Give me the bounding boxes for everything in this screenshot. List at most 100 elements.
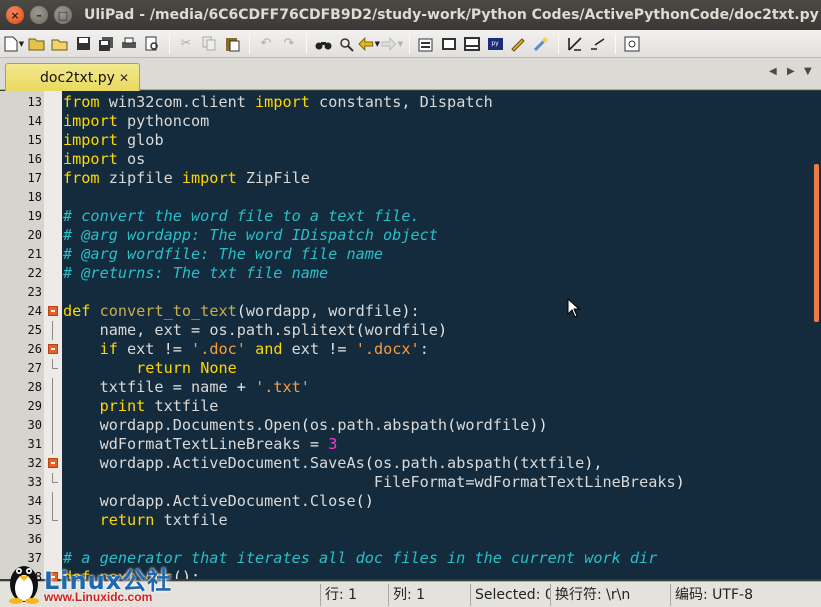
find-replace-icon[interactable]: [335, 33, 357, 55]
code-editor[interactable]: 13 14 15 16 17 18 19 20 21 22 23 24 25 26 27 28 29 30 31 32…: [0, 91, 821, 584]
code-token: (: [447, 416, 457, 434]
fold-guide: [47, 207, 59, 226]
fold-guide: [47, 245, 59, 264]
code-token: ,: [593, 454, 603, 472]
code-token: txtfile: [145, 397, 219, 415]
code-line[interactable]: wdFormatTextLineBreaks = 3: [63, 435, 338, 454]
tab-list-icon[interactable]: ▼: [804, 66, 812, 77]
code-text-area[interactable]: from win32com.client import constants, D…: [63, 91, 808, 579]
back-icon[interactable]: ▼: [358, 33, 380, 55]
fold-guide: [47, 226, 59, 245]
tab-doc2txt[interactable]: doc2txt.py ✕: [5, 63, 140, 91]
print-icon[interactable]: [118, 33, 140, 55]
fold-toggle-icon[interactable]: [47, 340, 59, 359]
code-token: import: [63, 112, 118, 130]
code-token: )): [529, 416, 548, 434]
tools-icon[interactable]: [507, 33, 529, 55]
fold-end-marker: [47, 473, 59, 492]
code-line[interactable]: from zipfile import ZipFile: [63, 169, 310, 188]
save-icon[interactable]: [72, 33, 94, 55]
redo-icon[interactable]: ↷: [278, 33, 300, 55]
code-line[interactable]: import glob: [63, 131, 164, 150]
open-file-icon[interactable]: [49, 33, 71, 55]
terminal-icon[interactable]: py: [484, 33, 506, 55]
panel-left-icon[interactable]: [438, 33, 460, 55]
code-token: from: [63, 93, 100, 111]
status-line-ending[interactable]: 换行符: \r\n: [550, 584, 670, 606]
fold-end-marker: [47, 359, 59, 378]
brush-icon[interactable]: [587, 33, 609, 55]
window-title: UliPad - /media/6C6CDFF76CDFB9D2/study-w…: [84, 7, 819, 23]
fold-guide: [47, 435, 59, 454]
code-line[interactable]: from win32com.client import constants, D…: [63, 93, 493, 112]
line-number: 35: [27, 513, 42, 527]
doc-view-icon[interactable]: [621, 33, 643, 55]
status-column: 列: 1: [388, 584, 468, 606]
line-number: 24: [27, 304, 42, 318]
code-line[interactable]: return None: [63, 359, 237, 378]
wizard-icon[interactable]: [530, 33, 552, 55]
panel-bottom-icon[interactable]: [461, 33, 483, 55]
line-number: 23: [27, 285, 42, 299]
code-line[interactable]: return txtfile: [63, 511, 228, 530]
toolbar-separator: [558, 33, 559, 54]
fold-guide: [47, 416, 59, 435]
find-icon[interactable]: [312, 33, 334, 55]
copy-icon[interactable]: [198, 33, 220, 55]
tab-close-icon[interactable]: ✕: [119, 71, 129, 85]
code-line[interactable]: def convert_to_text(wordapp, wordfile):: [63, 302, 420, 321]
print-preview-icon[interactable]: [141, 33, 163, 55]
code-line[interactable]: # @arg wordapp: The word IDispatch objec…: [63, 226, 438, 245]
line-number: 26: [27, 342, 42, 356]
code-line[interactable]: # convert the word file to a text file.: [63, 207, 420, 226]
format-icon[interactable]: [564, 33, 586, 55]
code-token: '.docx': [355, 340, 420, 358]
code-token: =: [172, 378, 182, 396]
maximize-window-button[interactable]: □: [54, 6, 72, 24]
code-line[interactable]: import pythoncom: [63, 112, 209, 131]
cut-icon[interactable]: ✂: [175, 33, 197, 55]
code-line[interactable]: # @arg wordfile: The word file name: [63, 245, 383, 264]
code-line[interactable]: print txtfile: [63, 397, 219, 416]
fold-margin[interactable]: [44, 91, 62, 582]
fold-toggle-icon[interactable]: [47, 302, 59, 321]
code-token: :: [410, 302, 420, 320]
fold-guide: [47, 188, 59, 207]
code-token: def: [63, 302, 91, 320]
code-token: and: [255, 340, 283, 358]
code-line[interactable]: FileFormat=wdFormatTextLineBreaks): [63, 473, 685, 492]
forward-icon[interactable]: ▼: [381, 33, 403, 55]
line-number: 15: [27, 133, 42, 147]
code-line[interactable]: wordapp.Documents.Open(os.path.abspath(w…: [63, 416, 548, 435]
code-token: =: [309, 435, 320, 453]
vertical-scrollbar[interactable]: [808, 91, 821, 579]
line-number: 33: [27, 475, 42, 489]
open-folder-icon[interactable]: [26, 33, 48, 55]
code-line[interactable]: # @returns: The txt file name: [63, 264, 328, 283]
code-line[interactable]: import os: [63, 150, 145, 169]
close-window-button[interactable]: ×: [6, 6, 24, 24]
minimize-window-button[interactable]: –: [30, 6, 48, 24]
code-line[interactable]: if ext != '.doc' and ext != '.docx':: [63, 340, 429, 359]
tab-prev-icon[interactable]: ◀: [769, 66, 777, 77]
code-token: =: [191, 321, 201, 339]
code-token: name, ext: [63, 321, 192, 339]
code-token: # @arg wordapp: The word IDispatch objec…: [63, 226, 438, 244]
properties-icon[interactable]: [415, 33, 437, 55]
code-line[interactable]: wordapp.ActiveDocument.SaveAs(os.path.ab…: [63, 454, 603, 473]
code-line[interactable]: wordapp.ActiveDocument.Close(): [63, 492, 374, 511]
scrollbar-thumb[interactable]: [814, 164, 819, 322]
fold-toggle-icon[interactable]: [47, 454, 59, 473]
save-all-icon[interactable]: [95, 33, 117, 55]
status-encoding[interactable]: 编码: UTF-8: [670, 584, 821, 606]
fold-guide: [47, 93, 59, 112]
tab-next-icon[interactable]: ▶: [787, 66, 795, 77]
new-file-icon[interactable]: ▼: [3, 33, 25, 55]
undo-icon[interactable]: ↶: [255, 33, 277, 55]
paste-icon[interactable]: [221, 33, 243, 55]
code-line[interactable]: txtfile = name + '.txt': [63, 378, 310, 397]
code-line[interactable]: name, ext = os.path.splitext(wordfile): [63, 321, 448, 340]
code-token: glob: [117, 131, 164, 149]
toolbar-separator: [615, 33, 616, 54]
